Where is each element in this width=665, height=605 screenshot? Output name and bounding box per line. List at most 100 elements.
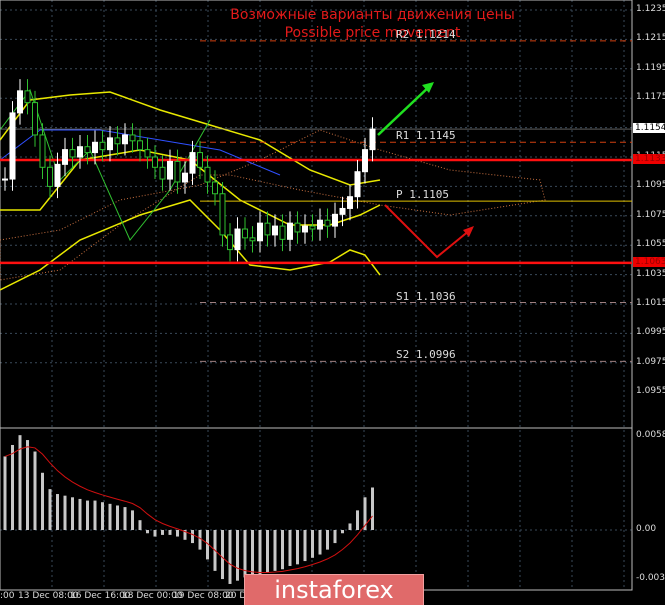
candle-body — [24, 90, 31, 104]
candle-body — [39, 134, 46, 168]
oscillator-bar — [11, 444, 14, 530]
bearish-arrow — [384, 204, 471, 259]
time-axis-label: :00 — [0, 591, 15, 601]
chart-title-en: Possible price movement — [284, 25, 461, 41]
oscillator-axis-label: 0.00581 — [636, 430, 665, 440]
oscillator-bar — [26, 440, 29, 530]
oscillator-signal-line — [4, 446, 373, 573]
oscillator-bar — [176, 530, 179, 537]
oscillator-bar — [78, 498, 82, 530]
oscillator-bar — [281, 530, 284, 570]
level-price-tag: 1.1063 — [633, 256, 665, 267]
candle-body — [62, 149, 68, 165]
current-price-tag: 1.1154 — [633, 123, 665, 134]
oscillator-bar — [273, 530, 277, 571]
candle-body — [204, 166, 211, 183]
oscillator-bar — [341, 530, 344, 534]
candle-body — [189, 152, 196, 174]
trading-chart: Возможные варианты движения цены Possibl… — [0, 0, 665, 605]
candle-body — [84, 146, 91, 154]
candle-body — [32, 102, 38, 136]
oscillator-bar — [116, 505, 119, 530]
oscillator-bar — [236, 530, 239, 581]
oscillator-bar — [146, 530, 149, 534]
oscillator-bar — [153, 530, 157, 537]
candle-body — [294, 222, 301, 233]
price-axis-label: 1.1235 — [636, 4, 665, 14]
candle-body — [227, 234, 233, 251]
candle-body — [332, 213, 338, 227]
candle-body — [219, 193, 226, 236]
candle-body — [264, 222, 271, 236]
oscillator-bar — [168, 530, 172, 535]
candle-body — [107, 137, 113, 151]
oscillator-bar — [318, 530, 322, 555]
candle-body — [47, 166, 53, 187]
oscillator-bar — [228, 530, 232, 584]
candle-body — [144, 149, 151, 158]
candle-body — [234, 228, 241, 251]
pivot-label-S1: S1 1.1036 — [396, 289, 456, 303]
oscillator-bar — [63, 495, 67, 530]
oscillator-bar — [251, 530, 254, 576]
oscillator-bar — [326, 530, 329, 550]
oscillator-bar — [138, 520, 142, 530]
oscillator-bar — [288, 530, 292, 566]
oscillator-bar — [266, 530, 269, 573]
candle-body — [99, 141, 106, 151]
oscillator-bar — [56, 494, 59, 530]
candle-body — [369, 128, 376, 151]
candle-body — [302, 225, 308, 233]
oscillator-bar — [221, 530, 224, 580]
price-axis-label: 1.0995 — [636, 327, 665, 338]
candle-body — [339, 207, 346, 215]
price-axis-label: 1.1215 — [636, 33, 665, 44]
pivot-label-S2: S2 1.0996 — [396, 348, 456, 362]
oscillator-bar — [311, 530, 314, 558]
candle-body — [317, 219, 323, 230]
pivot-label-R2: R2 1.1214 — [396, 27, 456, 41]
candle-body — [92, 141, 98, 154]
price-axis-label: 1.1075 — [636, 209, 665, 220]
oscillator-bar — [86, 500, 89, 530]
oscillator-bar — [3, 456, 7, 530]
oscillator-bar — [161, 530, 164, 535]
oscillator-bar — [371, 487, 374, 530]
candle-body — [9, 112, 16, 180]
oscillator-bar — [198, 530, 202, 550]
candle-body — [309, 225, 316, 230]
price-chart-canvas[interactable] — [0, 0, 665, 605]
candle-body — [159, 166, 166, 180]
oscillator-bar — [33, 451, 37, 530]
oscillator-axis-label: 0.00 — [636, 524, 657, 534]
candle-body — [279, 225, 286, 240]
candle-body — [272, 225, 278, 236]
oscillator-bar — [41, 472, 44, 530]
candle-body — [287, 222, 293, 240]
candle-body — [362, 149, 368, 173]
candle-body — [167, 160, 173, 180]
oscillator-bar — [48, 489, 52, 530]
candle-body — [69, 149, 76, 158]
oscillator-bar — [191, 530, 194, 544]
candle-body — [129, 134, 136, 142]
candle-body — [17, 90, 23, 114]
oscillator-bar — [356, 510, 359, 530]
price-axis-label: 1.1195 — [636, 62, 665, 73]
pivot-label-P: P 1.1105 — [396, 188, 449, 202]
candle-body — [2, 178, 8, 181]
candle-body — [114, 137, 121, 145]
candle-body — [182, 172, 188, 183]
oscillator-bar — [123, 507, 127, 530]
pivot-label-R1: R1 1.1145 — [396, 129, 456, 143]
oscillator-axis-label: -0.00339 — [636, 573, 665, 583]
price-axis-label: 1.1035 — [636, 268, 665, 279]
oscillator-bar — [131, 510, 134, 530]
price-axis-label: 1.1095 — [636, 180, 665, 191]
oscillator-bar — [348, 523, 352, 530]
oscillator-bar — [93, 500, 97, 530]
candle-body — [174, 160, 181, 183]
oscillator-bar — [296, 530, 299, 565]
level-price-tag: 1.1133 — [633, 153, 665, 164]
main-panel-border — [0, 0, 633, 429]
